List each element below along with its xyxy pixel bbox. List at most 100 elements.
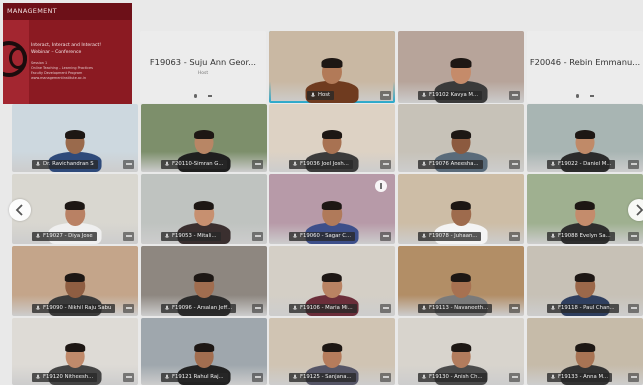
participant-name-tag: F19078 - Juhaan...	[418, 232, 482, 241]
video-tile[interactable]: F19096 - Arsalan Jeff...	[141, 246, 267, 316]
video-tile-placeholder[interactable]: F20046 - Rebin Emmanu...	[527, 31, 643, 103]
more-options-button[interactable]	[509, 91, 520, 100]
participant-name: F19027 - Diya Jose	[43, 233, 93, 239]
participant-role: Host	[197, 71, 209, 76]
participant-name: F19120 Nitheesh...	[43, 374, 94, 380]
more-options-button[interactable]	[123, 304, 134, 313]
participant-name-tag: F19102 Kavya M...	[418, 91, 483, 100]
participant-name: F19053 - Mitali...	[172, 233, 217, 239]
participant-name-tag: F19113 - Navaneeth...	[418, 304, 493, 313]
participant-name-tag: F19036 Joel Josh...	[289, 160, 353, 169]
video-tile[interactable]: F19022 - Daniel M...	[527, 104, 643, 172]
participant-name: F19133 - Anna M...	[558, 374, 609, 380]
video-tile[interactable]: Dr. Ravichandran S	[12, 104, 138, 172]
more-options-button[interactable]	[509, 232, 520, 241]
video-tile-placeholder[interactable]: F19063 - Suju Ann Geor... Host	[140, 31, 266, 103]
participant-name: F19102 Kavya M...	[429, 92, 479, 98]
video-tile[interactable]: F19060 - Sagar C...	[269, 174, 395, 244]
chevron-right-icon	[636, 204, 643, 216]
participant-name-tag: F19130 - Anish Ch...	[418, 373, 487, 382]
participant-name-tag: F19120 Nitheesh...	[32, 373, 98, 382]
more-options-button[interactable]	[123, 160, 134, 169]
more-options-button[interactable]	[123, 373, 134, 382]
shared-screen-preview[interactable]: MANAGEMENT Interact, Interact and Intera…	[3, 3, 132, 104]
mic-icon	[550, 233, 556, 238]
mic-icon	[35, 161, 41, 166]
participant-name-tag: F19133 - Anna M...	[547, 373, 613, 382]
participant-name: F19022 - Daniel M...	[558, 161, 612, 167]
more-options-button[interactable]	[380, 91, 391, 100]
more-options-button[interactable]	[380, 160, 391, 169]
video-tile[interactable]: F19078 - Juhaan...	[398, 174, 524, 244]
tile-status-icons	[576, 94, 594, 98]
more-options-button[interactable]	[509, 160, 520, 169]
video-tile[interactable]: F19130 - Anish Ch...	[398, 318, 524, 385]
prev-page-button[interactable]	[9, 199, 31, 221]
mic-icon	[164, 161, 170, 166]
chevron-left-icon	[15, 204, 23, 216]
more-options-button[interactable]	[252, 373, 263, 382]
video-tile[interactable]: F19133 - Anna M...	[527, 318, 643, 385]
mic-icon	[421, 305, 427, 310]
video-tile[interactable]: F19106 - Maria Mi...	[269, 246, 395, 316]
video-tile[interactable]: F19076 Aneesha...	[398, 104, 524, 172]
more-options-button[interactable]	[380, 304, 391, 313]
participant-name: Dr. Ravichandran S	[43, 161, 94, 167]
video-tile[interactable]: F19118 - Paul Chan...	[527, 246, 643, 316]
participant-name-tag: F19121 Rahul Raj...	[161, 373, 228, 382]
more-options-button[interactable]	[252, 304, 263, 313]
video-tile[interactable]: F19120 Nitheesh...	[12, 318, 138, 385]
video-tile[interactable]: F19113 - Navaneeth...	[398, 246, 524, 316]
participant-name: Host	[318, 92, 331, 98]
participant-name-tag: F19106 - Maria Mi...	[289, 304, 357, 313]
video-tile[interactable]: F19053 - Mitali...	[141, 174, 267, 244]
mic-icon	[35, 233, 41, 238]
more-options-button[interactable]	[509, 373, 520, 382]
more-options-button[interactable]	[123, 232, 134, 241]
video-tile[interactable]: F19036 Joel Josh...	[269, 104, 395, 172]
more-options-button[interactable]	[380, 373, 391, 382]
participant-name-tag: F19125 - Sanjana...	[289, 373, 356, 382]
mic-icon	[421, 374, 427, 379]
video-tile[interactable]: F19088 Evelyn Sa...	[527, 174, 643, 244]
mic-icon	[421, 233, 427, 238]
mic-icon	[35, 374, 41, 379]
participant-name: F19078 - Juhaan...	[429, 233, 478, 239]
more-options-button[interactable]	[628, 232, 639, 241]
next-page-button[interactable]	[628, 199, 643, 221]
participant-name: F19088 Evelyn Sa...	[558, 233, 611, 239]
participant-name-tag: Host	[307, 91, 335, 100]
participant-name-tag: F19088 Evelyn Sa...	[547, 232, 615, 241]
video-tile[interactable]: F19102 Kavya M...	[398, 31, 524, 103]
participant-name-tag: F19096 - Arsalan Jeff...	[161, 304, 237, 313]
mic-icon	[164, 374, 170, 379]
tile-menu-button[interactable]	[375, 180, 387, 192]
participant-name: F19036 Joel Josh...	[300, 161, 349, 167]
more-options-button[interactable]	[380, 232, 391, 241]
video-tile-active-speaker[interactable]: Host	[269, 31, 395, 103]
video-tile[interactable]: F19121 Rahul Raj...	[141, 318, 267, 385]
participant-name: F20046 - Rebin Emmanu...	[529, 57, 641, 67]
video-tile[interactable]: F19125 - Sanjana...	[269, 318, 395, 385]
more-options-button[interactable]	[509, 304, 520, 313]
participant-name-tag: Dr. Ravichandran S	[32, 160, 98, 169]
more-options-button[interactable]	[628, 160, 639, 169]
mic-icon	[421, 92, 427, 97]
more-options-button[interactable]	[252, 160, 263, 169]
participant-name-tag: F19060 - Sagar C...	[289, 232, 356, 241]
shared-screen-subtitle: Webinar – Conference	[31, 50, 82, 55]
shared-screen-title: Interact, Interact and Interact!	[31, 43, 102, 48]
video-tile[interactable]: F19090 - Nikhil Raju Sabu	[12, 246, 138, 316]
video-tile[interactable]: F20110-Simran G...	[141, 104, 267, 172]
more-options-button[interactable]	[628, 304, 639, 313]
video-grid: MANAGEMENT Interact, Interact and Intera…	[0, 0, 643, 385]
mic-icon	[292, 305, 298, 310]
more-options-button[interactable]	[252, 232, 263, 241]
participant-name-tag: F20110-Simran G...	[161, 160, 228, 169]
more-options-button[interactable]	[628, 373, 639, 382]
participant-name: F19106 - Maria Mi...	[300, 305, 353, 311]
participant-name: F20110-Simran G...	[172, 161, 224, 167]
participant-name: F19130 - Anish Ch...	[429, 374, 483, 380]
participant-name: F19125 - Sanjana...	[300, 374, 352, 380]
participant-name: F19113 - Navaneeth...	[429, 305, 489, 311]
